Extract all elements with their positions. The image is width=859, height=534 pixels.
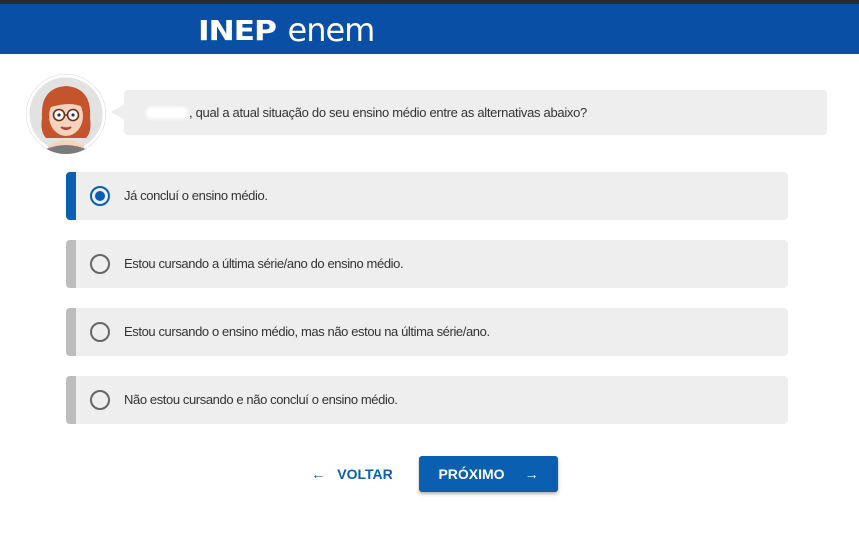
option-label: Não estou cursando e não concluí o ensin… [124,392,398,407]
option-indicator-bar [66,308,76,356]
next-button[interactable]: PRÓXIMO → [419,456,558,492]
back-button[interactable]: ← VOLTAR [304,456,400,492]
back-button-label: VOLTAR [337,466,393,482]
arrow-right-icon: → [524,466,539,482]
option-label: Estou cursando o ensino médio, mas não e… [124,324,490,339]
option-indicator-bar [66,240,76,288]
app-header: INEP enem [0,4,859,54]
option-attending-not-last[interactable]: Estou cursando o ensino médio, mas não e… [66,308,788,356]
option-indicator-bar [66,376,76,424]
option-indicator-bar [66,172,76,220]
radio-button[interactable] [90,322,110,342]
radio-button[interactable] [90,390,110,410]
logo-enem-text: enem [287,11,376,49]
logo-inep-text: INEP [198,13,277,47]
question-text: , qual a atual situação do seu ensino mé… [189,105,587,120]
option-last-year[interactable]: Estou cursando a última série/ano do ens… [66,240,788,288]
radio-button[interactable] [90,254,110,274]
option-not-attending[interactable]: Não estou cursando e não concluí o ensin… [66,376,788,424]
question-speech-bubble: , qual a atual situação do seu ensino mé… [124,90,827,135]
assistant-avatar [26,74,106,154]
arrow-left-icon: ← [311,466,326,482]
cartoon-woman-avatar-icon [26,74,106,154]
option-concluded[interactable]: Já concluí o ensino médio. [66,172,788,220]
option-label: Estou cursando a última série/ano do ens… [124,256,404,271]
option-label: Já concluí o ensino médio. [124,188,268,203]
radio-button-selected[interactable] [90,186,110,206]
speech-bubble-tail [111,104,125,120]
inep-enem-logo: INEP enem [198,11,376,49]
redacted-user-name [146,106,188,119]
next-button-label: PRÓXIMO [438,466,505,482]
